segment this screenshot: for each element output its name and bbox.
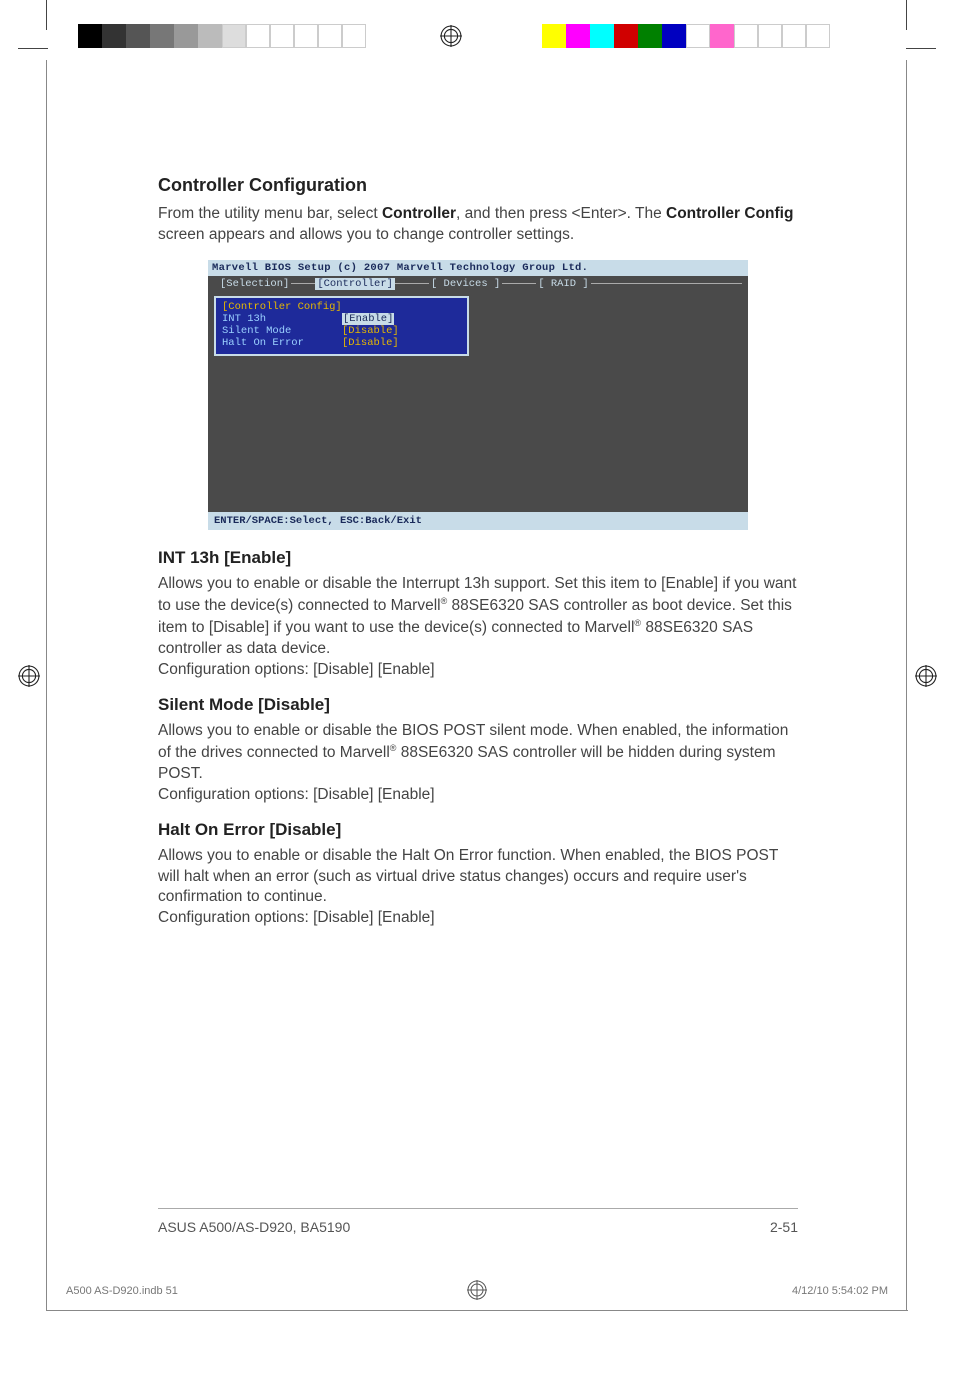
- swatch: [758, 24, 782, 48]
- swatch: [78, 24, 102, 48]
- section-body: Allows you to enable or disable the BIOS…: [158, 721, 798, 785]
- swatch: [102, 24, 126, 48]
- crop-side-line: [46, 60, 47, 1310]
- swatch: [710, 24, 734, 48]
- bios-footer-hint: ENTER/SPACE:Select, ESC:Back/Exit: [208, 512, 748, 530]
- config-label: INT 13h: [222, 313, 342, 325]
- crop-side-line: [906, 60, 907, 1310]
- swatch: [318, 24, 342, 48]
- bios-menu-raid: [ RAID ]: [536, 278, 590, 290]
- swatch: [806, 24, 830, 48]
- registration-mark-icon: [440, 25, 462, 47]
- crop-mark: [906, 48, 936, 49]
- intro-bold: Controller Config: [666, 205, 793, 222]
- registration-mark-icon: [467, 1280, 487, 1303]
- swatch: [542, 24, 566, 48]
- bios-menu-selection: [Selection]: [218, 278, 291, 290]
- bios-screenshot: Marvell BIOS Setup (c) 2007 Marvell Tech…: [208, 260, 748, 530]
- swatch: [614, 24, 638, 48]
- intro-paragraph: From the utility menu bar, select Contro…: [158, 204, 798, 246]
- swatch: [734, 24, 758, 48]
- section-heading: Silent Mode [Disable]: [158, 695, 798, 715]
- swatch: [662, 24, 686, 48]
- config-box-header: [Controller Config]: [222, 301, 461, 313]
- page-footer: ASUS A500/AS-D920, BA5190 2-51: [158, 1208, 798, 1235]
- crop-mark: [906, 0, 907, 30]
- config-options: Configuration options: [Disable] [Enable…: [158, 908, 798, 929]
- config-value: [Disable]: [342, 325, 399, 337]
- section-body: Allows you to enable or disable the Inte…: [158, 574, 798, 660]
- swatch: [294, 24, 318, 48]
- config-label: Halt On Error: [222, 337, 342, 349]
- footer-model: ASUS A500/AS-D920, BA5190: [158, 1219, 350, 1235]
- section-heading: INT 13h [Enable]: [158, 548, 798, 568]
- swatch: [686, 24, 710, 48]
- swatch: [342, 24, 366, 48]
- print-metadata: A500 AS-D920.indb 51 4/12/10 5:54:02 PM: [66, 1285, 888, 1297]
- swatch: [590, 24, 614, 48]
- intro-bold: Controller: [382, 205, 456, 222]
- crop-line-bottom: [46, 1310, 908, 1311]
- registration-mark-icon: [18, 665, 40, 692]
- bios-menu-devices: [ Devices ]: [429, 278, 502, 290]
- config-row: INT 13h [Enable]: [222, 313, 461, 325]
- crop-mark: [18, 48, 48, 49]
- config-row: Halt On Error [Disable]: [222, 337, 461, 349]
- controller-config-box: [Controller Config] INT 13h [Enable] Sil…: [214, 296, 469, 356]
- footer-page-number: 2-51: [770, 1219, 798, 1235]
- swatch: [638, 24, 662, 48]
- intro-text: From the utility menu bar, select: [158, 205, 382, 222]
- swatch: [198, 24, 222, 48]
- bios-menu-controller: [Controller]: [315, 278, 395, 290]
- intro-text: , and then press <Enter>. The: [456, 205, 666, 222]
- config-row: Silent Mode [Disable]: [222, 325, 461, 337]
- section-heading: Halt On Error [Disable]: [158, 820, 798, 840]
- config-value: [Disable]: [342, 337, 399, 349]
- section-body: Allows you to enable or disable the Halt…: [158, 846, 798, 909]
- page-content: Controller Configuration From the utilit…: [158, 175, 798, 929]
- registration-mark-icon: [915, 665, 937, 692]
- crop-marks-top: [0, 0, 954, 70]
- config-options: Configuration options: [Disable] [Enable…: [158, 785, 798, 806]
- grayscale-swatches: [78, 24, 366, 48]
- print-file-name: A500 AS-D920.indb 51: [66, 1285, 178, 1297]
- swatch: [150, 24, 174, 48]
- print-timestamp: 4/12/10 5:54:02 PM: [792, 1285, 888, 1297]
- config-value: [Enable]: [342, 313, 394, 325]
- bios-menu-bar: [Selection] [Controller] [ Devices ] [ R…: [208, 276, 748, 292]
- bios-title-bar: Marvell BIOS Setup (c) 2007 Marvell Tech…: [208, 260, 748, 276]
- swatch: [126, 24, 150, 48]
- swatch: [246, 24, 270, 48]
- config-label: Silent Mode: [222, 325, 342, 337]
- color-swatches: [542, 24, 830, 48]
- swatch: [566, 24, 590, 48]
- intro-text: screen appears and allows you to change …: [158, 226, 574, 243]
- swatch: [782, 24, 806, 48]
- config-options: Configuration options: [Disable] [Enable…: [158, 660, 798, 681]
- bios-body: [Controller Config] INT 13h [Enable] Sil…: [208, 292, 748, 512]
- crop-mark: [46, 0, 47, 30]
- swatch: [174, 24, 198, 48]
- swatch: [270, 24, 294, 48]
- swatch: [222, 24, 246, 48]
- page-title: Controller Configuration: [158, 175, 798, 196]
